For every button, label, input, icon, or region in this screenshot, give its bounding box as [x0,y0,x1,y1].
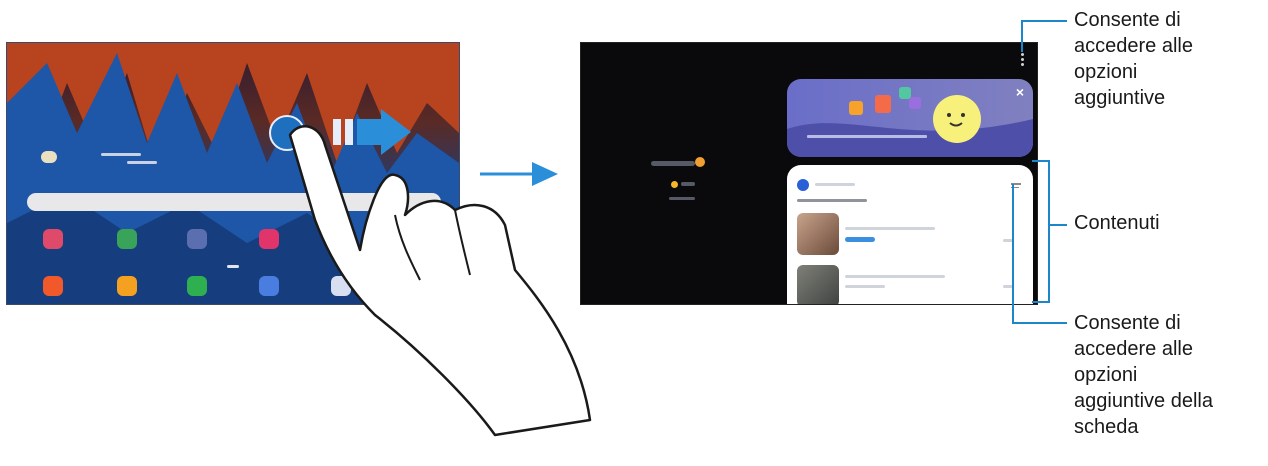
wave-icon [695,157,705,167]
weather-details [127,161,157,164]
card-source-icon [797,179,809,191]
callout-line: opzioni [1074,61,1138,83]
callout-line: scheda [1074,416,1139,438]
calendar-app-icon[interactable] [117,229,137,249]
callout-line: Consente di [1074,9,1181,31]
news-headline[interactable] [845,275,945,278]
hand-icon [288,125,592,437]
apps-folder-icon[interactable] [187,229,207,249]
banner-card[interactable]: × [787,79,1033,157]
bracket-vertical [1048,160,1050,303]
close-icon[interactable]: × [1013,85,1027,99]
bracket-bottom [1032,301,1050,303]
weather-sun-icon [671,181,678,188]
app-icon[interactable] [43,276,63,296]
files-app-icon[interactable] [117,276,137,296]
weather-text [681,182,695,186]
card-title [797,199,867,202]
leader-line-middle [1050,224,1067,226]
weather-location [101,153,141,156]
callout-line: aggiuntive [1074,87,1166,109]
callout-line: accedere alle [1074,338,1193,360]
news-thumbnail[interactable] [797,213,839,255]
callout-line: accedere alle [1074,35,1193,57]
leader-line-bottom [1012,184,1014,324]
weather-icon [41,151,57,163]
more-options-button[interactable] [1021,53,1025,71]
phone-app-icon[interactable] [187,276,207,296]
banner-illustration [787,87,1033,157]
page-indicator [227,265,239,268]
callout-line: opzioni [1074,364,1138,386]
content-card[interactable] [787,165,1033,304]
weather-details [669,197,695,200]
news-headline[interactable] [845,227,935,230]
callout-card-options: Consente di accedere alle opzioni aggiun… [1074,310,1213,440]
transition-arrow-icon [480,162,558,186]
leader-line-top [1021,20,1023,52]
gallery-app-icon[interactable] [43,229,63,249]
callout-line: Consente di [1074,312,1181,334]
free-screen: × [580,42,1038,305]
leader-line-top-h [1021,20,1067,22]
callout-more-options: Consente di accedere alle opzioni aggiun… [1074,7,1193,111]
leader-line-bottom-h [1012,322,1067,324]
callout-line: Contenuti [1074,212,1160,234]
callout-content: Contenuti [1074,210,1160,236]
greeting-text [651,161,695,166]
news-source [845,285,885,288]
card-source-label [815,183,855,186]
news-tag [845,237,875,242]
callout-line: aggiuntive della [1074,390,1213,412]
news-thumbnail[interactable] [797,265,839,304]
